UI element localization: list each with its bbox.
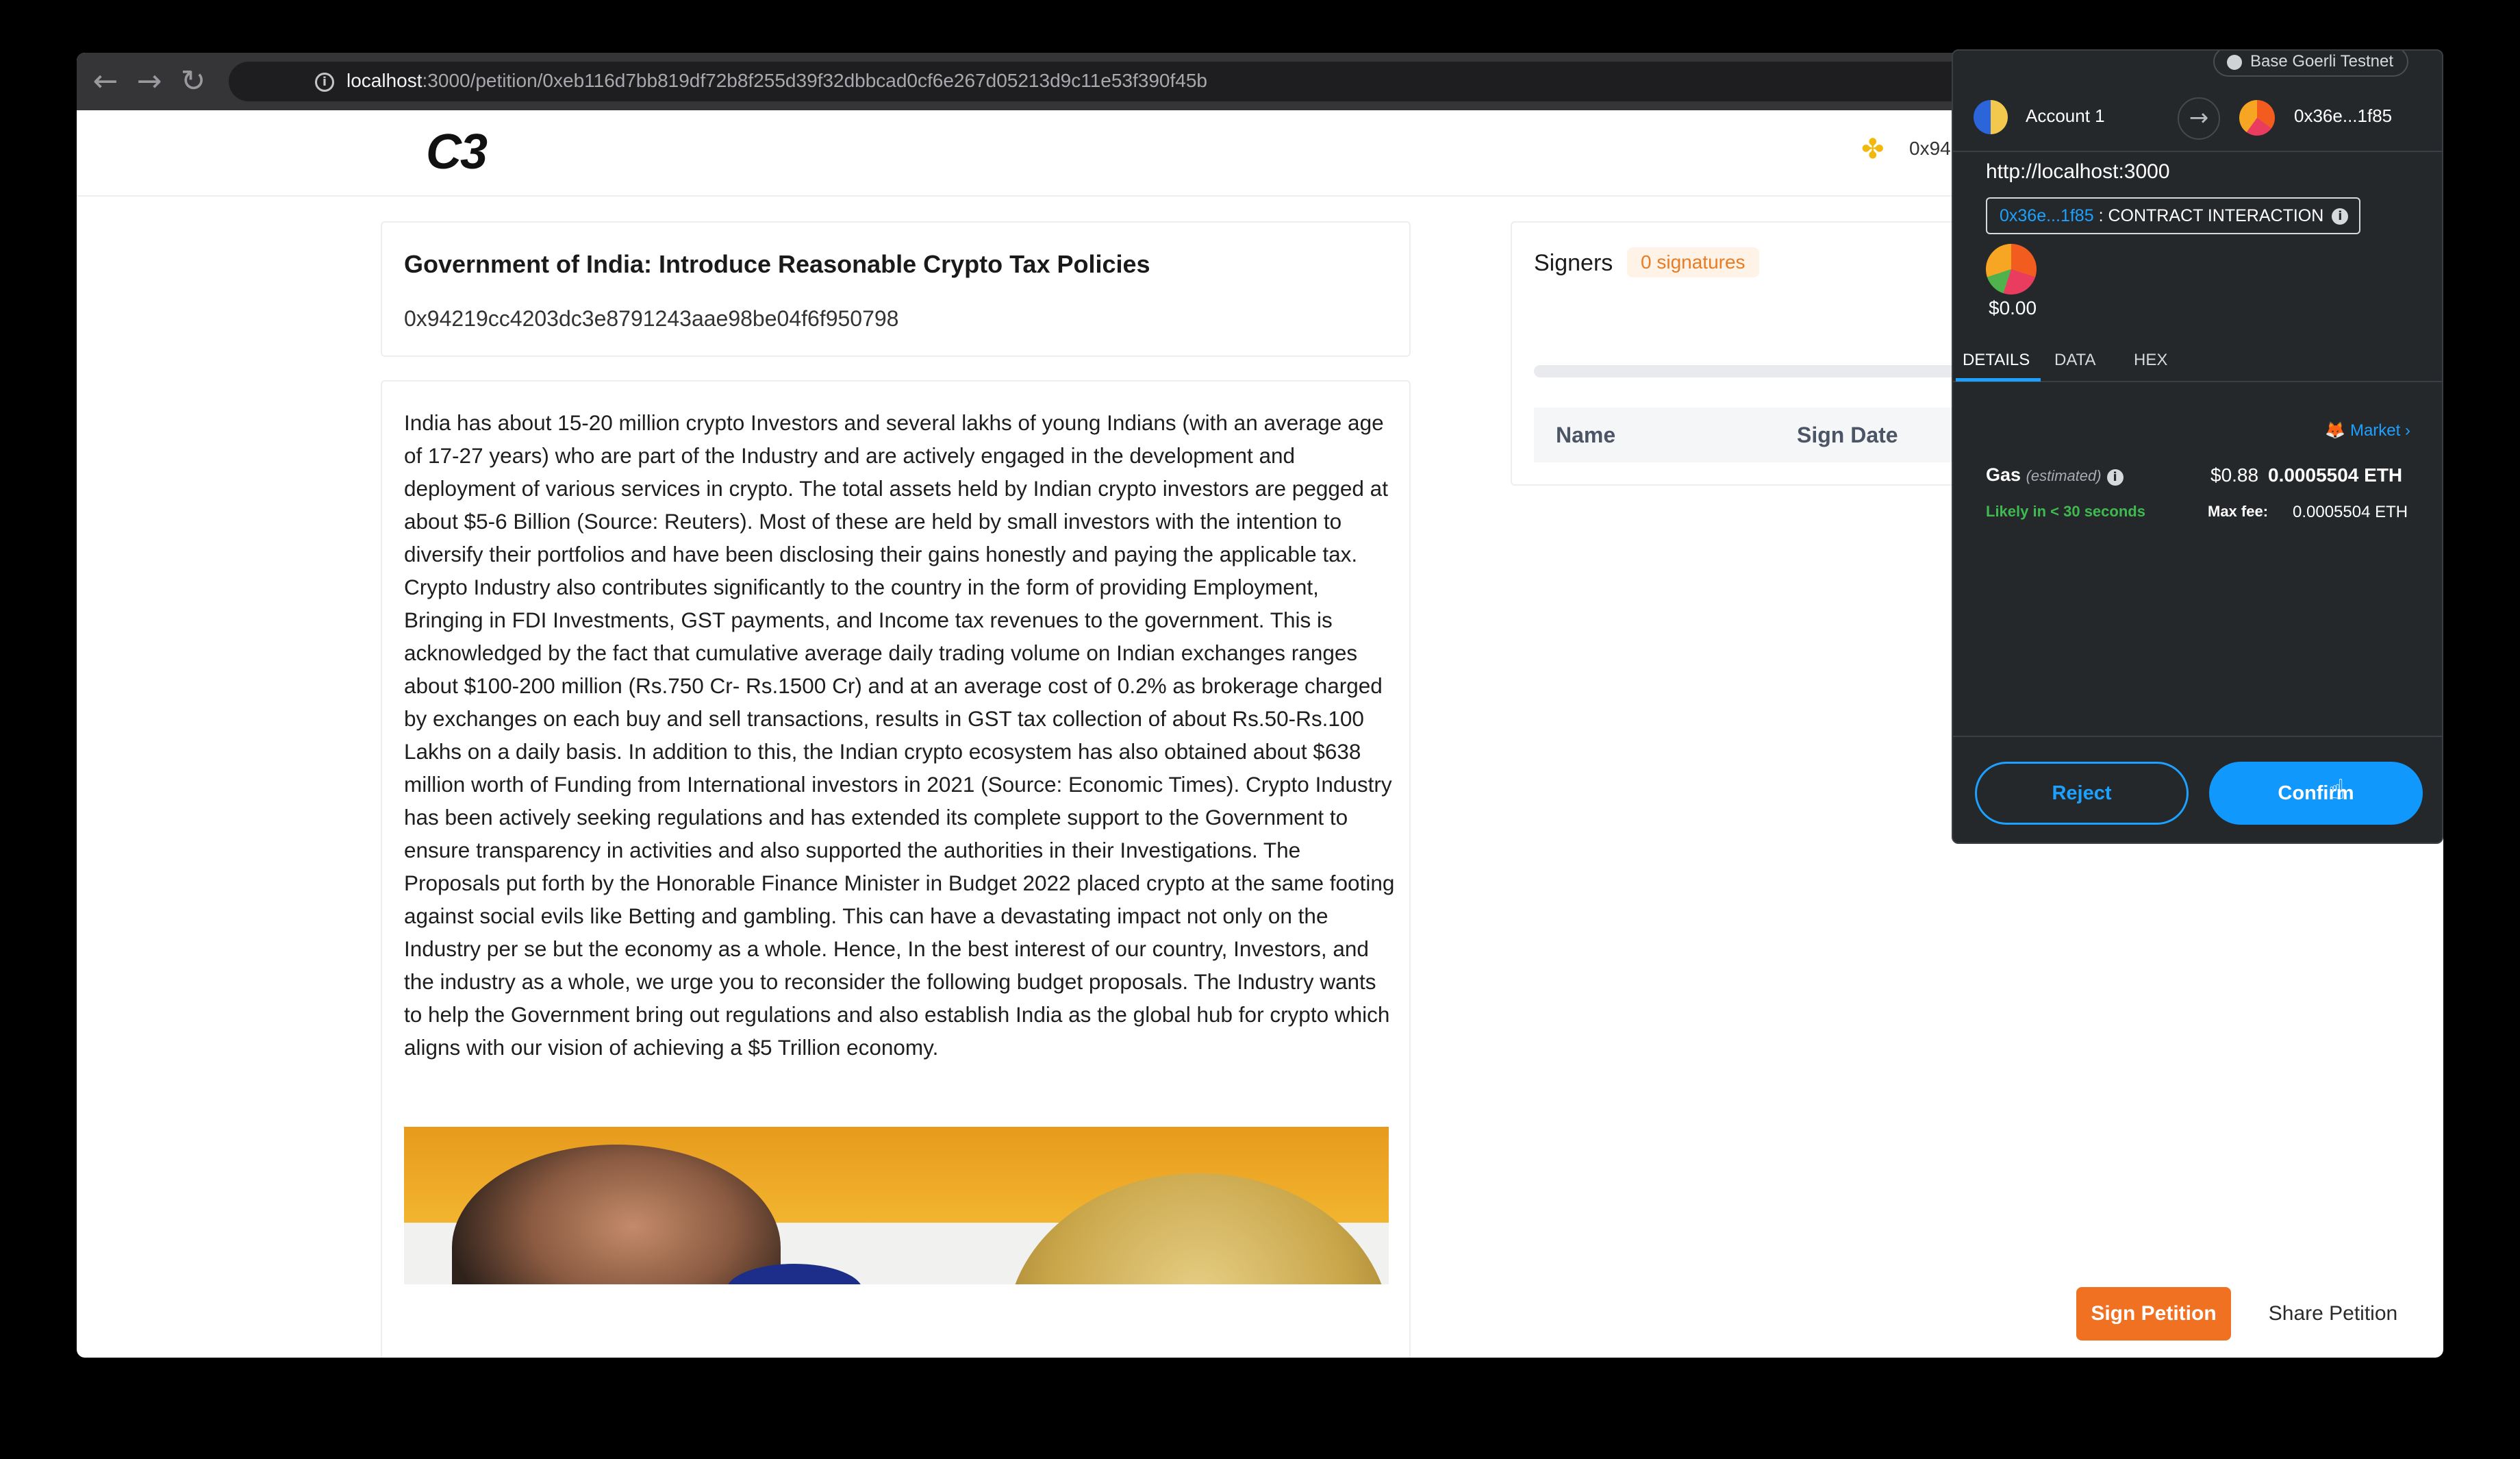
popup-tabs: DETAILS DATA HEX xyxy=(1953,340,2442,382)
sign-petition-button[interactable]: Sign Petition xyxy=(2076,1287,2231,1340)
tab-details[interactable]: DETAILS xyxy=(1963,351,2030,370)
site-logo[interactable]: C3 xyxy=(426,124,488,180)
signature-count-badge: 0 signatures xyxy=(1627,247,1759,277)
gas-fee-eth: 0.0005504 ETH xyxy=(2268,464,2403,486)
arrow-right-icon: → xyxy=(2178,97,2220,140)
request-origin: http://localhost:3000 xyxy=(1986,160,2170,183)
petition-header-card: Government of India: Introduce Reasonabl… xyxy=(381,221,1411,357)
contract-interaction-tag: 0x36e...1f85 : CONTRACT INTERACTION i xyxy=(1986,197,2361,234)
info-icon[interactable]: i xyxy=(2332,208,2349,225)
market-label: Market xyxy=(2349,421,2401,440)
account-avatar xyxy=(1974,100,2008,134)
signers-title: Signers xyxy=(1534,250,1613,276)
gas-time-estimate: Likely in < 30 seconds xyxy=(1986,503,2145,520)
reload-icon[interactable]: ↻ xyxy=(175,64,211,99)
gas-estimated-label: (estimated) xyxy=(2026,467,2102,484)
chevron-right-icon: › xyxy=(2405,421,2410,440)
petition-description: India has about 15-20 million crypto Inv… xyxy=(404,410,1395,1060)
wallet-brand-icon: ✤ xyxy=(1861,134,1885,165)
fox-icon: 🦊 xyxy=(2325,421,2346,440)
url-host: localhost xyxy=(346,70,423,91)
gas-label: Gas (estimated) i xyxy=(1986,464,2124,486)
network-selector[interactable]: Base Goerli Testnet xyxy=(2213,51,2409,77)
tab-data[interactable]: DATA xyxy=(2054,351,2095,370)
transaction-value: $0.00 xyxy=(1989,297,2037,319)
petition-body-card: India has about 15-20 million crypto Inv… xyxy=(381,380,1411,1358)
wallet-confirmation-popup: Base Goerli Testnet Account 1 → 0x36e...… xyxy=(1952,49,2443,844)
account-row: Account 1 → 0x36e...1f85 xyxy=(1953,79,2442,152)
petition-address: 0x94219cc4203dc3e8791243aae98be04f6f9507… xyxy=(404,306,899,331)
site-info-icon[interactable]: i xyxy=(315,73,334,92)
gas-market-link[interactable]: 🦊 Market › xyxy=(2325,421,2410,440)
url-text: localhost:3000/petition/0xeb116d7bb819df… xyxy=(346,70,1207,92)
column-header-sign-date: Sign Date xyxy=(1797,423,1898,447)
footer-divider xyxy=(1953,736,2442,737)
hand-cursor-icon: ☝ xyxy=(2328,774,2345,806)
recipient-address[interactable]: 0x36e...1f85 xyxy=(2294,105,2392,127)
column-header-name: Name xyxy=(1556,423,1616,447)
network-icon xyxy=(2227,55,2242,70)
url-path: :3000/petition/0xeb116d7bb819df72b8f255d… xyxy=(422,70,1207,91)
confirm-button[interactable]: Confirm xyxy=(2209,762,2423,825)
info-icon[interactable]: i xyxy=(2106,469,2124,486)
forward-arrow-icon[interactable]: → xyxy=(131,64,167,99)
share-petition-button[interactable]: Share Petition xyxy=(2247,1287,2419,1340)
account-name[interactable]: Account 1 xyxy=(2026,105,2105,127)
gas-fee-usd: $0.88 xyxy=(2210,464,2259,486)
back-arrow-icon[interactable]: ← xyxy=(88,64,123,99)
reject-button[interactable]: Reject xyxy=(1975,762,2189,825)
max-fee-label: Max fee: xyxy=(2208,503,2269,520)
value-avatar xyxy=(1986,244,2037,295)
petition-image xyxy=(404,1127,1389,1284)
gas-title: Gas xyxy=(1986,464,2021,485)
tab-hex[interactable]: HEX xyxy=(2134,351,2167,370)
connected-wallet-address[interactable]: 0x94 xyxy=(1909,138,1951,160)
max-fee-value: 0.0005504 ETH xyxy=(2293,503,2408,521)
address-bar[interactable]: i localhost:3000/petition/0xeb116d7bb819… xyxy=(229,62,2077,103)
contract-address-link[interactable]: 0x36e...1f85 xyxy=(2000,206,2094,225)
active-tab-indicator xyxy=(1956,378,2041,382)
network-name: Base Goerli Testnet xyxy=(2250,52,2394,71)
petition-title: Government of India: Introduce Reasonabl… xyxy=(404,250,1150,278)
recipient-avatar xyxy=(2239,100,2275,136)
contract-interaction-label: : CONTRACT INTERACTION xyxy=(2093,206,2324,225)
